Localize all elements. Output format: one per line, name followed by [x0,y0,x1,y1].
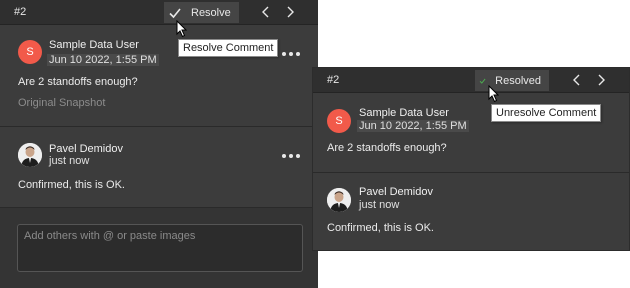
unresolve-tooltip: Unresolve Comment [491,104,602,122]
avatar: S [327,109,351,133]
reply-area: Add others with @ or paste images [0,207,318,288]
check-icon [479,78,486,84]
comment-author: Pavel Demidov [49,143,123,155]
avatar: S [18,40,42,64]
original-snapshot-link[interactable]: Original Snapshot [18,97,105,109]
comment-timestamp: Jun 10 2022, 1:55 PM [357,120,469,132]
thread-header: #2 Resolved [313,68,629,93]
chevron-right-icon [287,6,294,18]
reply-input[interactable]: Add others with @ or paste images [17,224,303,272]
comment-text: Confirmed, this is OK. [18,179,125,191]
chevron-left-icon [573,74,580,86]
next-thread-button[interactable] [593,71,609,89]
comment-text: Are 2 standoffs enough? [327,142,447,154]
comment-text: Are 2 standoffs enough? [18,76,138,88]
chevron-right-icon [598,74,605,86]
thread-number: #2 [14,6,27,18]
comment-thread-panel-resolved: #2 Resolved S Sample Data User Jun 10 20… [312,67,630,251]
thread-header: #2 Resolve [0,0,318,25]
check-icon [169,7,181,18]
previous-thread-button[interactable] [258,3,274,21]
comment-item: Pavel Demidov just now Confirmed, this i… [0,127,318,207]
next-thread-button[interactable] [282,3,298,21]
resolved-button-label: Resolved [495,74,541,87]
resolved-button[interactable]: Resolved [475,70,549,91]
previous-thread-button[interactable] [569,71,585,89]
comment-author: Sample Data User [359,107,449,119]
photo-avatar [18,143,42,167]
chevron-left-icon [262,6,269,18]
comment-item: Pavel Demidov just now Confirmed, this i… [313,173,629,250]
mouse-cursor-icon [488,85,499,103]
resolve-tooltip: Resolve Comment [178,39,279,57]
comment-timestamp: Jun 10 2022, 1:55 PM [47,54,159,66]
resolve-button-label: Resolve [191,6,231,19]
mouse-cursor-icon [176,20,187,38]
comment-text: Confirmed, this is OK. [327,222,434,234]
more-options-button[interactable] [282,152,300,160]
more-options-button[interactable] [282,50,300,58]
comment-timestamp: just now [359,199,400,211]
comment-author: Sample Data User [49,39,139,51]
comment-author: Pavel Demidov [359,186,433,198]
photo-avatar [327,188,351,212]
thread-number: #2 [327,74,340,86]
comment-timestamp: just now [49,155,90,167]
